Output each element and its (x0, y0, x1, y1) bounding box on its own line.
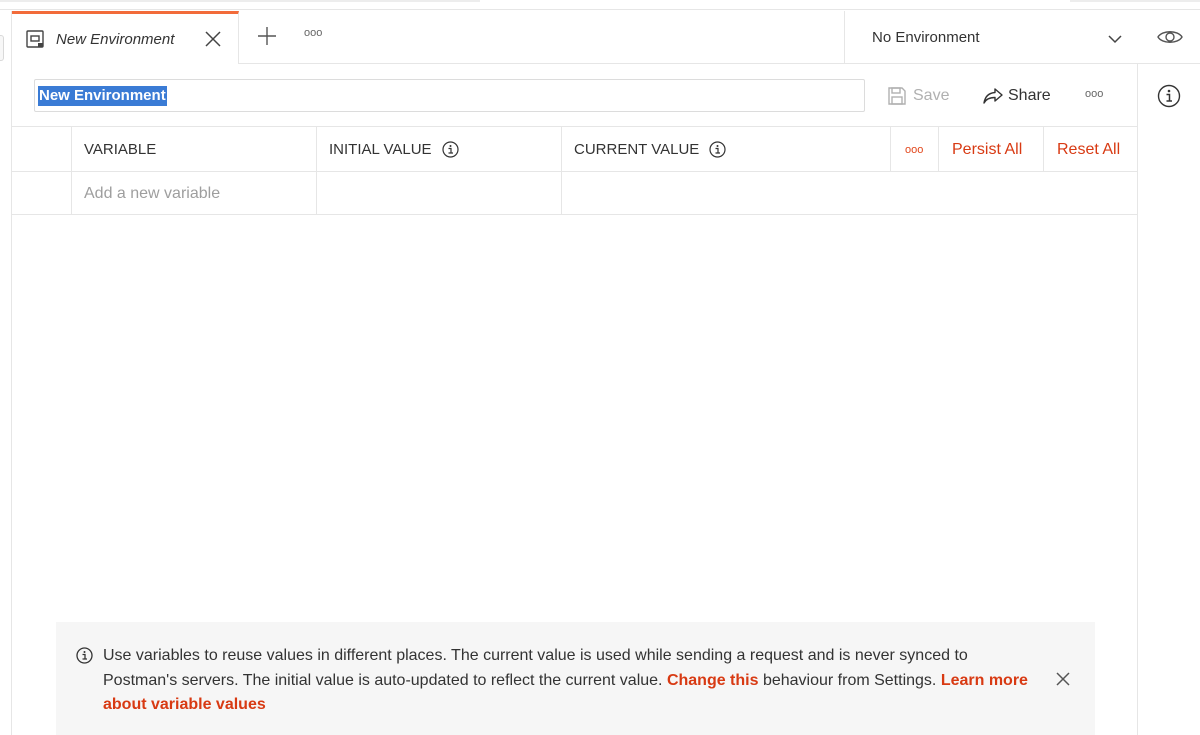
column-header-initial-value: INITIAL VALUE (317, 127, 562, 171)
info-banner-text-part: behaviour from Settings. (758, 671, 941, 689)
change-this-link[interactable]: Change this (667, 672, 759, 689)
tab-more-button[interactable]: ooo (304, 27, 322, 39)
current-value-input[interactable] (562, 172, 1137, 214)
info-icon (76, 647, 93, 664)
tab-new-environment[interactable]: New Environment (12, 11, 239, 64)
environment-selector-value: No Environment (872, 29, 980, 46)
persist-all-button[interactable]: Persist All (952, 141, 1022, 159)
share-button-label: Share (1008, 87, 1051, 104)
left-sidebar-edge (0, 11, 12, 735)
variables-table: VARIABLE INITIAL VALUE CURRENT VALUE ooo… (12, 126, 1137, 215)
info-icon[interactable] (441, 141, 459, 158)
sidebar-collapse-handle[interactable] (0, 35, 4, 61)
row-checkbox-cell (12, 172, 72, 214)
column-header-label: INITIAL VALUE (329, 141, 432, 158)
environment-quick-look-button[interactable] (1140, 11, 1200, 64)
variables-info-banner: Use variables to reuse values in differe… (56, 622, 1095, 735)
tab-title: New Environment (56, 31, 175, 48)
new-variable-placeholder: Add a new variable (84, 185, 221, 202)
column-header-label: VARIABLE (84, 141, 157, 158)
reset-all-cell: Reset All (1044, 127, 1137, 171)
top-strip-segment (0, 0, 480, 2)
table-header-row: VARIABLE INITIAL VALUE CURRENT VALUE ooo… (12, 127, 1137, 172)
environment-icon (26, 30, 44, 48)
table-more-button[interactable]: ooo (905, 144, 923, 156)
save-icon (888, 87, 906, 105)
header-checkbox-cell (12, 127, 72, 171)
info-icon[interactable] (1157, 84, 1181, 108)
plus-icon[interactable] (256, 25, 278, 47)
share-button[interactable]: Share (983, 83, 1051, 109)
initial-value-input[interactable] (317, 172, 562, 214)
column-header-current-value: CURRENT VALUE (562, 127, 891, 171)
column-header-variable: VARIABLE (72, 127, 317, 171)
chevron-down-icon (1108, 35, 1122, 44)
tab-bar: New Environment ooo (12, 11, 844, 64)
environment-selector[interactable]: No Environment (844, 11, 1140, 64)
share-icon (983, 88, 1003, 104)
eye-icon (1157, 31, 1183, 43)
environment-name-selected-text: New Environment (38, 86, 167, 106)
save-button[interactable]: Save (887, 83, 949, 109)
close-icon[interactable] (202, 28, 224, 50)
right-sidebar (1137, 64, 1200, 735)
new-variable-input[interactable]: Add a new variable (72, 172, 317, 214)
reset-all-button[interactable]: Reset All (1057, 141, 1120, 159)
window-top-strip (0, 0, 1200, 10)
environment-more-button[interactable]: ooo (1085, 88, 1103, 100)
table-row: Add a new variable (12, 172, 1137, 215)
info-banner-text: Use variables to reuse values in differe… (103, 644, 1038, 718)
top-strip-segment (1070, 0, 1200, 2)
column-header-label: CURRENT VALUE (574, 141, 700, 158)
table-more-cell: ooo (891, 127, 939, 171)
environment-name-input[interactable]: New Environment (34, 79, 865, 112)
save-button-label: Save (913, 87, 950, 104)
close-icon[interactable] (1054, 670, 1072, 688)
persist-all-cell: Persist All (939, 127, 1044, 171)
info-icon[interactable] (709, 141, 726, 158)
